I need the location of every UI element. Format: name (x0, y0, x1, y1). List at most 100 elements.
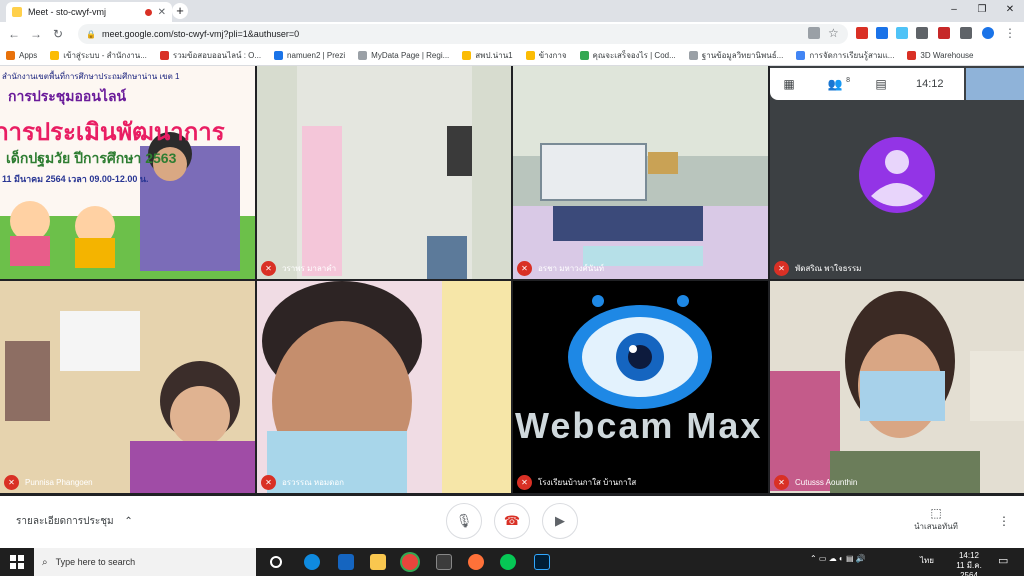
bookmark-item[interactable]: MyData Page | Regi... (358, 51, 449, 60)
reload-icon[interactable]: ↻ (50, 26, 66, 42)
participant-label: ✕ อรวรรณ หอมดอก (261, 475, 344, 490)
mic-toggle-button[interactable]: 🎙 (446, 503, 482, 539)
url-text: meet.google.com/sto-cwyf-vmj?pli=1&authu… (102, 29, 300, 39)
browser-toolbar: ← → ↻ 🔒 meet.google.com/sto-cwyf-vmj?pli… (0, 22, 1024, 46)
search-placeholder: Type here to search (55, 557, 136, 567)
participant-name: Cutusss Aounthin (795, 478, 858, 487)
maximize-button[interactable]: ❐ (968, 0, 996, 22)
participant-tile[interactable]: ✕ วราพร มาลาคำ (257, 66, 511, 279)
bookmark-label: namuen2 | Prezi (287, 51, 346, 60)
mic-off-icon: ✕ (261, 261, 276, 276)
participant-label: ✕ อรชา มหาวงศ์นันท์ (517, 261, 604, 276)
bookmark-icon (907, 51, 917, 60)
webcam-max-logo (568, 295, 712, 409)
bookmark-item[interactable]: คุณจะเสร็จองไร | Cod... (579, 49, 676, 62)
bookmark-label: รวมข้อสอบออนไลน์ : O... (172, 51, 262, 60)
tab-meet[interactable]: Meet - sto-cwyf-vmj ✕ (6, 2, 172, 22)
grid-extension-icon[interactable] (916, 27, 928, 39)
new-tab-button[interactable]: + (172, 3, 188, 19)
layout-icon[interactable]: ▦ (778, 73, 800, 95)
firefox-icon[interactable] (468, 554, 484, 570)
participant-name: โรงเรียนบ้านกาใส บ้านกาใส (538, 478, 637, 487)
camera-toggle-button[interactable]: ▶ (542, 503, 578, 539)
task-view-icon[interactable] (270, 556, 282, 568)
participant-tile[interactable]: สำนักงานเขตพื้นที่การศึกษาประถมศึกษาน่าน… (0, 66, 255, 279)
cloud-extension-icon[interactable] (896, 27, 908, 39)
bookmark-label: การจัดการเรียนรู้สามแ... (809, 51, 895, 60)
chrome-menu-icon[interactable]: ⋮ (1004, 27, 1016, 39)
bookmark-label: ฐานข้อมูลวิทยานิพนธ์... (701, 51, 784, 60)
bookmark-icon (6, 51, 15, 60)
file-explorer-icon[interactable] (370, 554, 386, 570)
bookmark-label: ข้างกาจ (538, 51, 567, 60)
participant-name: Punnisa Phangoen (25, 478, 93, 487)
bookmark-item[interactable]: namuen2 | Prezi (274, 51, 345, 60)
meet-grid: สำนักงานเขตพื้นที่การศึกษาประถมศึกษาน่าน… (0, 66, 1024, 496)
chrome-icon[interactable] (402, 554, 418, 570)
bookmark-item[interactable]: Apps (6, 51, 37, 60)
participant-tile[interactable]: ✕ อรวรรณ หอมดอก (257, 281, 511, 493)
video-feed (0, 281, 255, 493)
bookmark-label: 3D Warehouse (920, 51, 974, 60)
tab-strip: Meet - sto-cwyf-vmj ✕ + – ❐ ✕ (0, 0, 1024, 22)
mic-off-icon: ✕ (4, 475, 19, 490)
taskbar-clock[interactable]: 14:12 11 มี.ค. 2564 (948, 551, 990, 576)
self-view-thumbnail[interactable] (966, 68, 1024, 100)
bookmark-item[interactable]: ฐานข้อมูลวิทยานิพนธ์... (688, 49, 784, 62)
bookmark-item[interactable]: รวมข้อสอบออนไลน์ : O... (159, 49, 262, 62)
taskbar-search-input[interactable]: ⌕ Type here to search (34, 548, 256, 576)
present-now-button[interactable]: ⬚ นำเสนอทันที (905, 506, 967, 533)
meeting-details-label: รายละเอียดการประชุม (16, 516, 114, 527)
profile-avatar[interactable] (982, 27, 994, 39)
line-icon[interactable] (500, 554, 516, 570)
bookmark-item[interactable]: เข้าสู่ระบบ - สำนักงาน... (50, 49, 147, 62)
leave-call-button[interactable]: ☎ (494, 503, 530, 539)
edge-icon[interactable] (304, 554, 320, 570)
bookmark-icon (579, 51, 589, 60)
notification-icon[interactable]: ▭ (998, 554, 1008, 567)
tab-title: Meet - sto-cwyf-vmj (28, 7, 107, 17)
system-tray-icons[interactable]: ⌃ ▭ ☁ ◐ ▤ 🔊 (810, 554, 866, 563)
camera-indicator-icon[interactable] (808, 27, 820, 39)
notion-icon[interactable] (436, 554, 452, 570)
participant-tile[interactable]: Webcam Max ✕ โรงเรียนบ้านกาใส บ้านกาใส (513, 281, 768, 493)
mail-icon[interactable] (338, 554, 354, 570)
minimize-button[interactable]: – (940, 0, 968, 22)
participants-icon[interactable]: 👥 8 (824, 73, 850, 95)
bookmark-label: MyData Page | Regi... (371, 51, 450, 60)
meet-top-bar: ▦ 👥 8 ▤ 14:12 (770, 68, 964, 100)
bookmark-item[interactable]: การจัดการเรียนรู้สามแ... (796, 49, 894, 62)
bookmark-star-icon[interactable]: ☆ (828, 27, 840, 39)
input-language[interactable]: ไทย (920, 554, 934, 567)
mic-off-icon: ✕ (517, 261, 532, 276)
tab-close-button[interactable]: ✕ (158, 7, 166, 18)
participant-tile[interactable]: ✕ Punnisa Phangoen (0, 281, 255, 493)
bookmarks-bar: Apps เข้าสู่ระบบ - สำนักงาน... รวมข้อสอบออ… (0, 46, 1024, 66)
webcam-max-text: Webcam Max (515, 405, 763, 446)
windows-start-icon[interactable] (10, 555, 24, 569)
chevron-up-icon: ⌃ (124, 516, 133, 527)
video-extension-icon[interactable] (938, 27, 950, 39)
extension-icon[interactable] (876, 27, 888, 39)
photoshop-icon[interactable] (534, 554, 550, 570)
puzzle-icon[interactable] (960, 27, 972, 39)
window-close-button[interactable]: ✕ (996, 0, 1024, 22)
more-options-icon[interactable]: ⋮ (998, 514, 1010, 528)
meeting-details-button[interactable]: รายละเอียดการประชุม ⌃ (16, 514, 133, 529)
mic-off-icon: ✕ (261, 475, 276, 490)
participant-tile[interactable]: ✕ อรชา มหาวงศ์นันท์ (513, 66, 768, 279)
forward-icon[interactable]: → (28, 26, 44, 42)
bookmark-icon (159, 51, 169, 60)
participant-count: 8 (846, 77, 850, 84)
pdf-extension-icon[interactable] (856, 27, 868, 39)
address-bar[interactable]: 🔒 meet.google.com/sto-cwyf-vmj?pli=1&aut… (78, 24, 848, 44)
present-icon: ⬚ (930, 506, 942, 520)
participant-tile[interactable]: ✕ Cutusss Aounthin (770, 281, 1024, 493)
participant-label: ✕ โรงเรียนบ้านกาใส บ้านกาใส (517, 475, 636, 490)
bookmark-item[interactable]: สพป.น่าน1 (462, 49, 513, 62)
lock-icon: 🔒 (86, 29, 96, 39)
back-icon[interactable]: ← (6, 26, 22, 42)
bookmark-item[interactable]: 3D Warehouse (907, 51, 973, 60)
bookmark-item[interactable]: ข้างกาจ (525, 49, 567, 62)
chat-icon[interactable]: ▤ (870, 73, 892, 95)
